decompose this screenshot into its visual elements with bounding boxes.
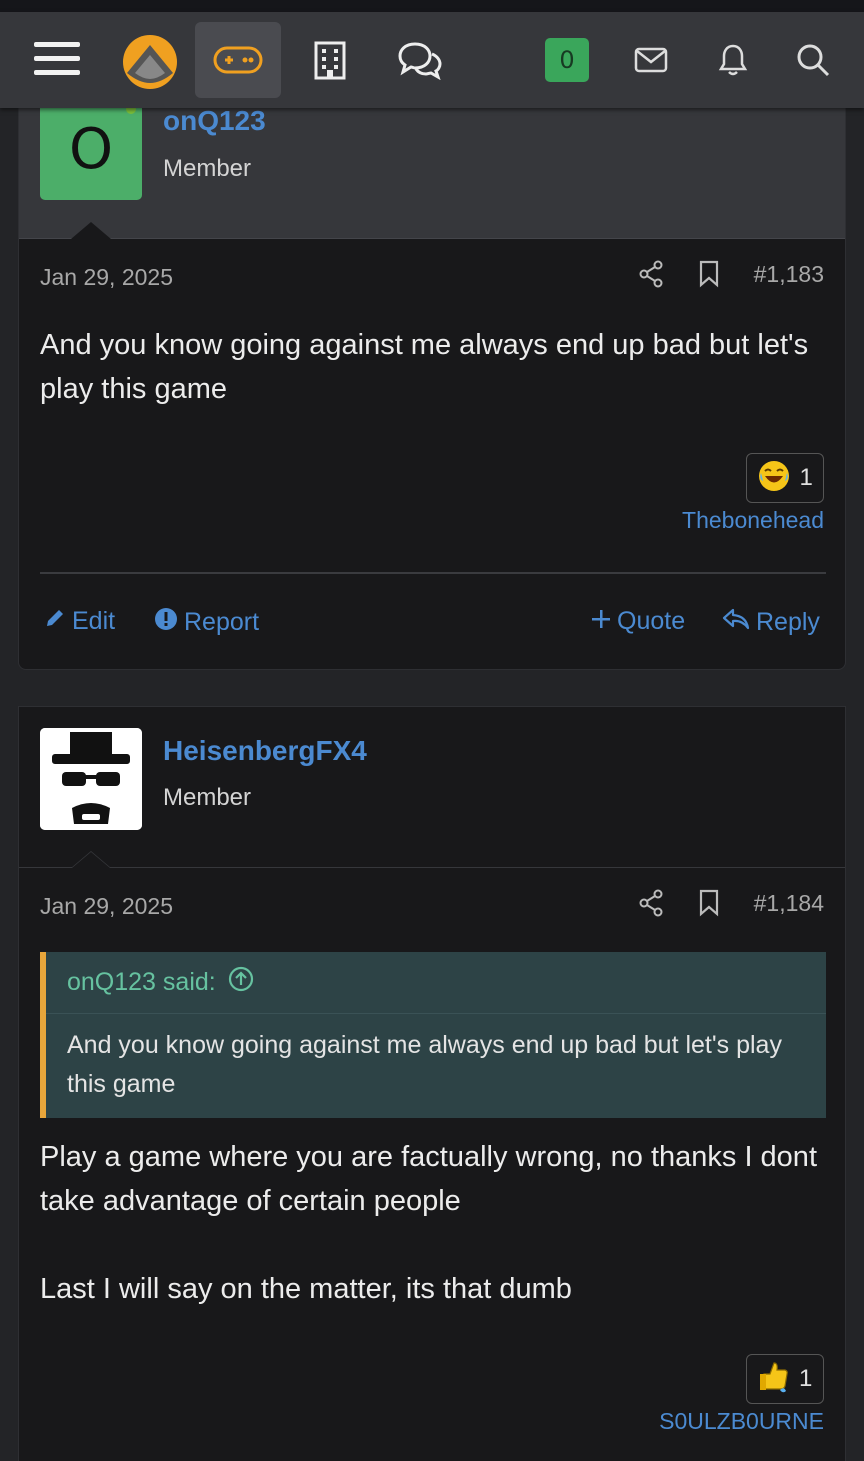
post-meta: #1,183 <box>638 260 824 288</box>
post-date[interactable]: Jan 29, 2025 <box>40 893 173 920</box>
reaction-summary[interactable]: 1 <box>746 1354 824 1404</box>
reaction-user-link[interactable]: S0ULZB0URNE <box>659 1408 824 1435</box>
share-icon[interactable] <box>638 889 664 917</box>
post-paragraph: Last I will say on the matter, its that … <box>40 1273 572 1305</box>
site-logo[interactable] <box>118 30 182 94</box>
reply-arrow-icon <box>722 607 750 638</box>
user-counter-badge[interactable]: 0 <box>545 38 589 82</box>
reply-button[interactable]: Reply <box>722 607 820 638</box>
quote-block: onQ123 said: And you know going against … <box>40 952 826 1118</box>
reaction-count: 1 <box>799 464 813 491</box>
quote-header[interactable]: onQ123 said: <box>46 952 826 1014</box>
pencil-icon <box>44 607 66 636</box>
nav-tab-games[interactable] <box>195 22 281 98</box>
reaction-count: 1 <box>798 1365 813 1392</box>
bookmark-icon[interactable] <box>698 260 720 288</box>
alert-icon <box>154 607 178 638</box>
quote-label: Quote <box>617 607 686 635</box>
share-icon[interactable] <box>638 260 664 288</box>
post-paragraph: Play a game where you are factually wron… <box>40 1141 817 1217</box>
post-body: And you know going against me always end… <box>40 323 826 411</box>
building-icon[interactable] <box>304 34 356 86</box>
report-button[interactable]: Report <box>154 607 259 638</box>
header-pointer <box>71 222 111 239</box>
header-pointer <box>71 851 111 868</box>
laughing-face-icon <box>757 459 791 498</box>
arrow-up-circle-icon[interactable] <box>228 966 254 999</box>
gamepad-icon <box>213 45 263 75</box>
bell-icon[interactable] <box>711 38 755 82</box>
username[interactable]: HeisenbergFX4 <box>163 735 367 767</box>
post-footer-divider <box>40 572 826 574</box>
quote-button[interactable]: Quote <box>591 607 685 636</box>
quote-author[interactable]: onQ123 said: <box>67 968 216 997</box>
reaction-user-link[interactable]: Thebonehead <box>682 507 824 534</box>
post-number[interactable]: #1,183 <box>754 261 824 288</box>
report-label: Report <box>184 608 260 636</box>
thumbs-up-icon <box>758 1360 790 1399</box>
hamburger-menu-icon[interactable] <box>28 34 86 84</box>
post-date[interactable]: Jan 29, 2025 <box>40 264 173 291</box>
edit-button[interactable]: Edit <box>44 607 115 636</box>
reaction-summary[interactable]: 1 <box>746 453 824 503</box>
post-1184: HeisenbergFX4 Member Jan 29, 2025 #1,184… <box>18 706 846 1461</box>
user-title: Member <box>163 155 252 182</box>
post-number[interactable]: #1,184 <box>754 890 824 917</box>
post-body: Play a game where you are factually wron… <box>40 1135 826 1311</box>
post-1183: O onQ123 Member Jan 29, 2025 #1,183 And … <box>18 60 846 670</box>
conversations-icon[interactable] <box>392 34 448 86</box>
status-strip <box>0 0 864 12</box>
envelope-icon[interactable] <box>628 40 674 80</box>
edit-label: Edit <box>72 607 116 635</box>
avatar[interactable] <box>40 728 142 830</box>
user-title: Member <box>163 784 252 811</box>
top-navigation-bar: 0 <box>0 12 864 108</box>
reply-label: Reply <box>756 608 820 636</box>
avatar[interactable]: O <box>40 98 142 200</box>
post-meta: #1,184 <box>638 889 824 917</box>
username[interactable]: onQ123 <box>163 105 266 137</box>
plus-icon <box>591 607 611 636</box>
bookmark-icon[interactable] <box>698 889 720 917</box>
post-author-header: HeisenbergFX4 Member <box>19 707 845 868</box>
quote-text: And you know going against me always end… <box>67 1031 782 1098</box>
search-icon[interactable] <box>790 38 836 82</box>
post-paragraph: And you know going against me always end… <box>40 329 809 405</box>
